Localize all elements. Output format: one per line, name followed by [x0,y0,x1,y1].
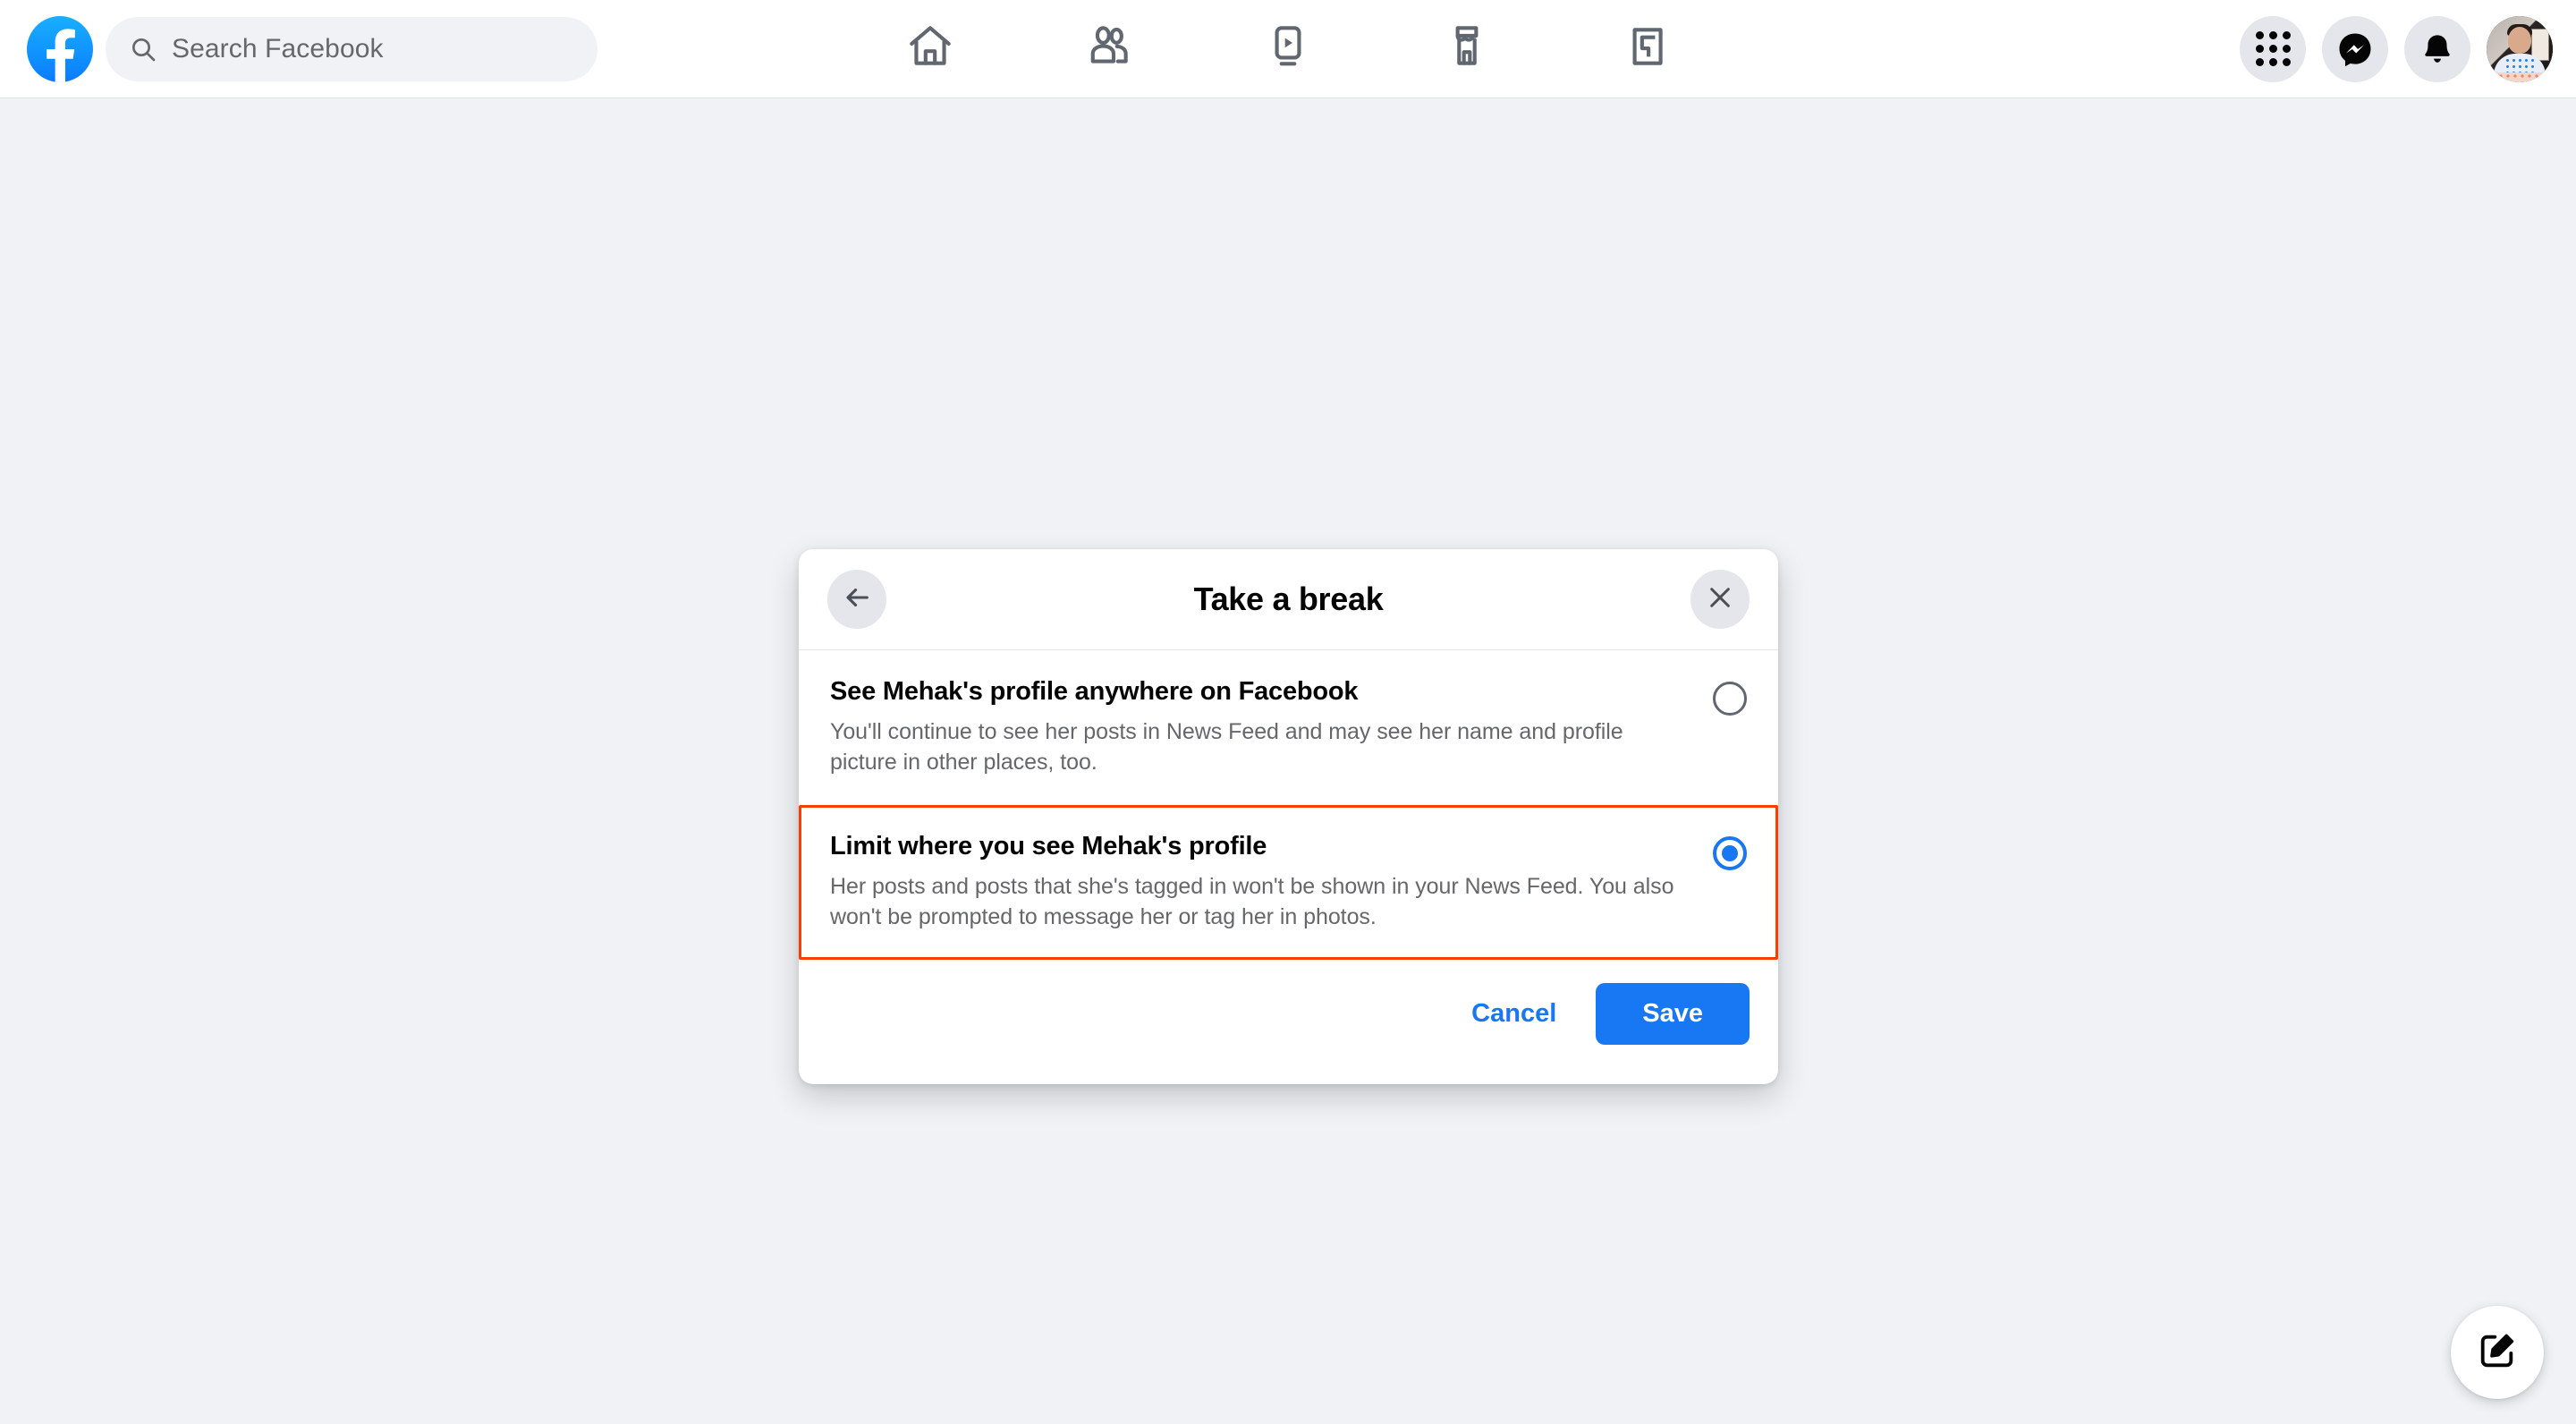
search-input[interactable]: Search Facebook [106,16,597,81]
compose-fab-button[interactable] [2451,1306,2544,1399]
nav-tab-gaming[interactable] [1556,4,1735,94]
option-text-block: Limit where you see Mehak's profile Her … [830,831,1713,932]
header-left-group: Search Facebook [0,15,597,82]
bell-icon[interactable] [2404,15,2470,82]
nav-tab-marketplace[interactable] [1377,4,1556,94]
gaming-icon [1620,21,1672,77]
option-description: Her posts and posts that she's tagged in… [830,873,1674,929]
dialog-title: Take a break [1193,581,1384,617]
option-see-profile-anywhere[interactable]: See Mehak's profile anywhere on Facebook… [799,650,1778,805]
grid-dots [2255,31,2291,66]
messenger-icon[interactable] [2322,15,2388,82]
friends-icon [1083,21,1135,77]
primary-nav-tabs [841,4,1735,94]
option-title: See Mehak's profile anywhere on Facebook [830,677,1359,706]
watch-icon [1262,21,1314,77]
marketplace-icon [1441,21,1493,77]
back-button[interactable] [827,570,886,629]
search-placeholder-text: Search Facebook [172,33,384,64]
nav-tab-home[interactable] [841,4,1020,94]
save-button[interactable]: Save [1596,982,1750,1045]
avatar[interactable] [2487,15,2553,82]
dialog-footer: Cancel Save [799,960,1778,1084]
option-text-block: See Mehak's profile anywhere on Facebook… [830,676,1713,777]
dialog-header: Take a break [799,549,1778,650]
radio-see-profile-anywhere[interactable] [1713,682,1747,716]
dialog-options-list: See Mehak's profile anywhere on Facebook… [799,650,1778,960]
radio-limit-profile[interactable] [1713,835,1747,870]
nav-tab-friends[interactable] [1020,4,1199,94]
option-title: Limit where you see Mehak's profile [830,831,1267,860]
compose-icon [2477,1330,2518,1376]
arrow-left-icon [842,582,872,617]
top-navigation-bar: Search Facebook [0,0,2576,98]
home-icon [904,21,956,77]
header-actions-group [2240,15,2553,82]
close-icon [1706,583,1734,616]
search-icon [129,35,157,64]
close-button[interactable] [1690,570,1750,629]
grid-menu-icon[interactable] [2240,15,2306,82]
nav-tab-watch[interactable] [1199,4,1377,94]
option-description: You'll continue to see her posts in News… [830,718,1623,775]
cancel-button[interactable]: Cancel [1448,985,1580,1043]
facebook-logo-icon[interactable] [27,15,93,82]
option-limit-profile[interactable]: Limit where you see Mehak's profile Her … [799,804,1778,960]
take-a-break-dialog: Take a break See Mehak's profile anywher… [799,549,1778,1084]
